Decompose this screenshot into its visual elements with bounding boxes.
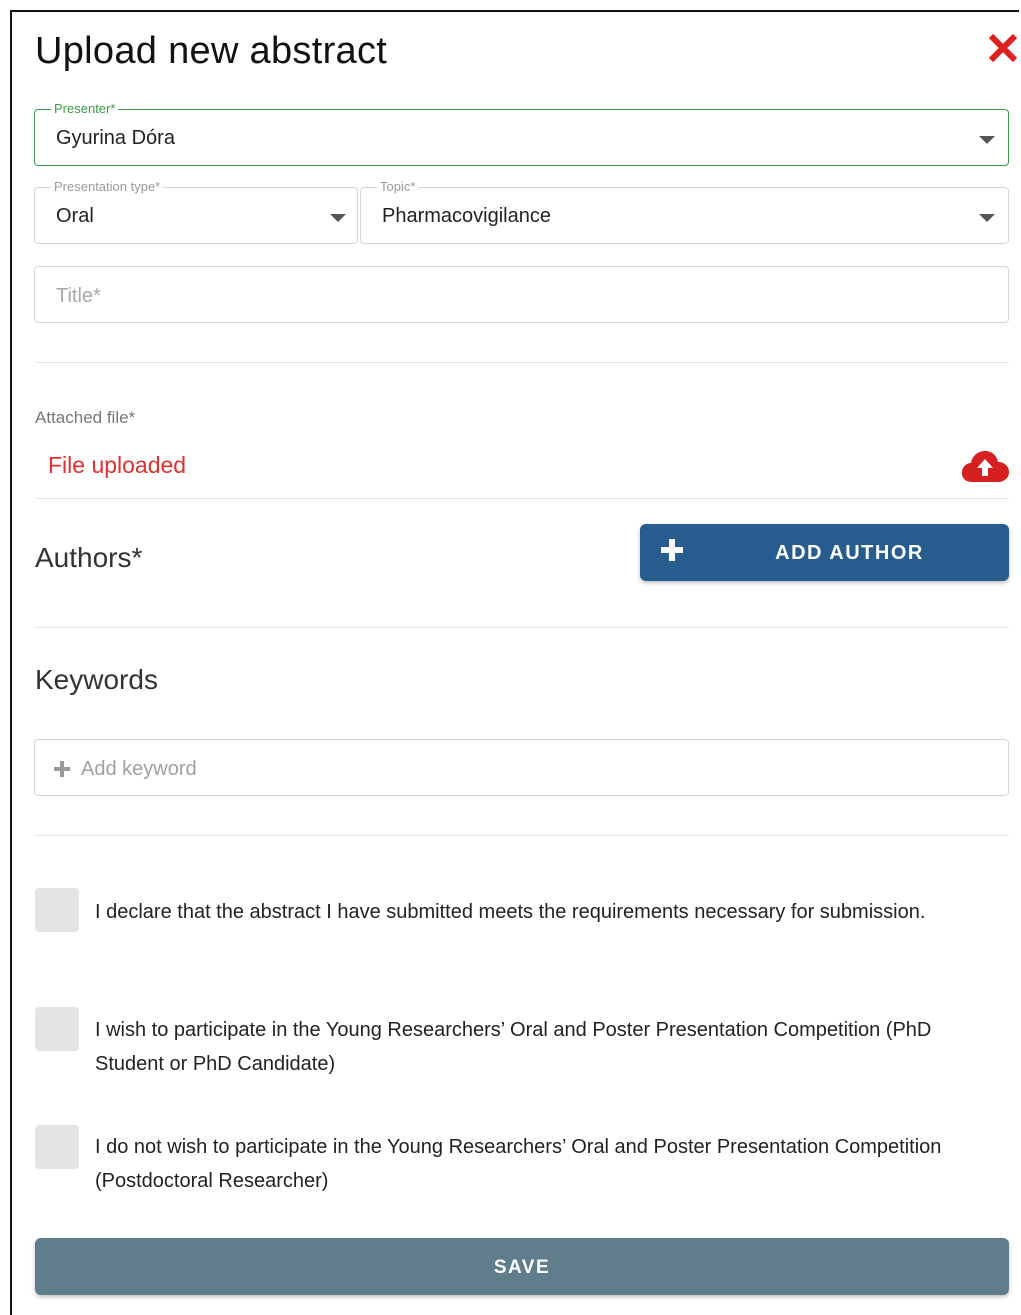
phd-competition-text: I wish to participate in the Young Resea… bbox=[95, 1019, 932, 1075]
save-button[interactable]: SAVE bbox=[35, 1238, 1009, 1295]
declaration-text: I declare that the abstract I have submi… bbox=[95, 901, 926, 923]
postdoc-no-competition-checkbox[interactable] bbox=[35, 1125, 79, 1169]
phd-competition-checkbox[interactable] bbox=[35, 1007, 79, 1051]
presenter-value: Gyurina Dóra bbox=[56, 127, 175, 149]
topic-select[interactable]: Topic* Pharmacovigilance bbox=[360, 179, 1009, 244]
cloud-upload-icon[interactable] bbox=[960, 448, 1010, 484]
title-input[interactable]: Title* bbox=[34, 266, 1009, 323]
postdoc-no-competition-text: I do not wish to participate in the Youn… bbox=[95, 1136, 942, 1192]
chevron-down-icon bbox=[979, 136, 995, 144]
divider bbox=[35, 362, 1009, 363]
close-icon[interactable] bbox=[986, 31, 1020, 65]
add-author-label: ADD AUTHOR bbox=[775, 542, 924, 564]
divider bbox=[35, 835, 1009, 836]
presenter-label: Presenter* bbox=[51, 101, 119, 116]
keywords-heading: Keywords bbox=[35, 664, 158, 695]
attached-file-label: Attached file* bbox=[35, 408, 136, 427]
presentation-type-label: Presentation type* bbox=[51, 179, 164, 194]
topic-label: Topic* bbox=[377, 179, 419, 194]
presenter-select[interactable]: Presenter* Gyurina Dóra bbox=[34, 101, 1009, 166]
save-label: SAVE bbox=[493, 1257, 551, 1278]
chevron-down-icon bbox=[330, 214, 346, 222]
add-author-button[interactable]: ADD AUTHOR bbox=[640, 524, 1009, 581]
keyword-input[interactable]: Add keyword bbox=[34, 739, 1009, 796]
divider bbox=[35, 498, 1009, 499]
declaration-checkbox[interactable] bbox=[35, 888, 79, 932]
keyword-placeholder: Add keyword bbox=[81, 758, 197, 780]
file-status: File uploaded bbox=[48, 452, 187, 478]
presentation-type-select[interactable]: Presentation type* Oral bbox=[34, 179, 358, 244]
plus-icon bbox=[54, 761, 70, 777]
title-placeholder: Title* bbox=[56, 285, 101, 307]
modal-title: Upload new abstract bbox=[35, 30, 388, 72]
topic-value: Pharmacovigilance bbox=[382, 205, 551, 227]
presentation-type-value: Oral bbox=[56, 205, 94, 227]
authors-heading: Authors* bbox=[35, 542, 143, 573]
chevron-down-icon bbox=[979, 214, 995, 222]
divider bbox=[35, 627, 1009, 628]
